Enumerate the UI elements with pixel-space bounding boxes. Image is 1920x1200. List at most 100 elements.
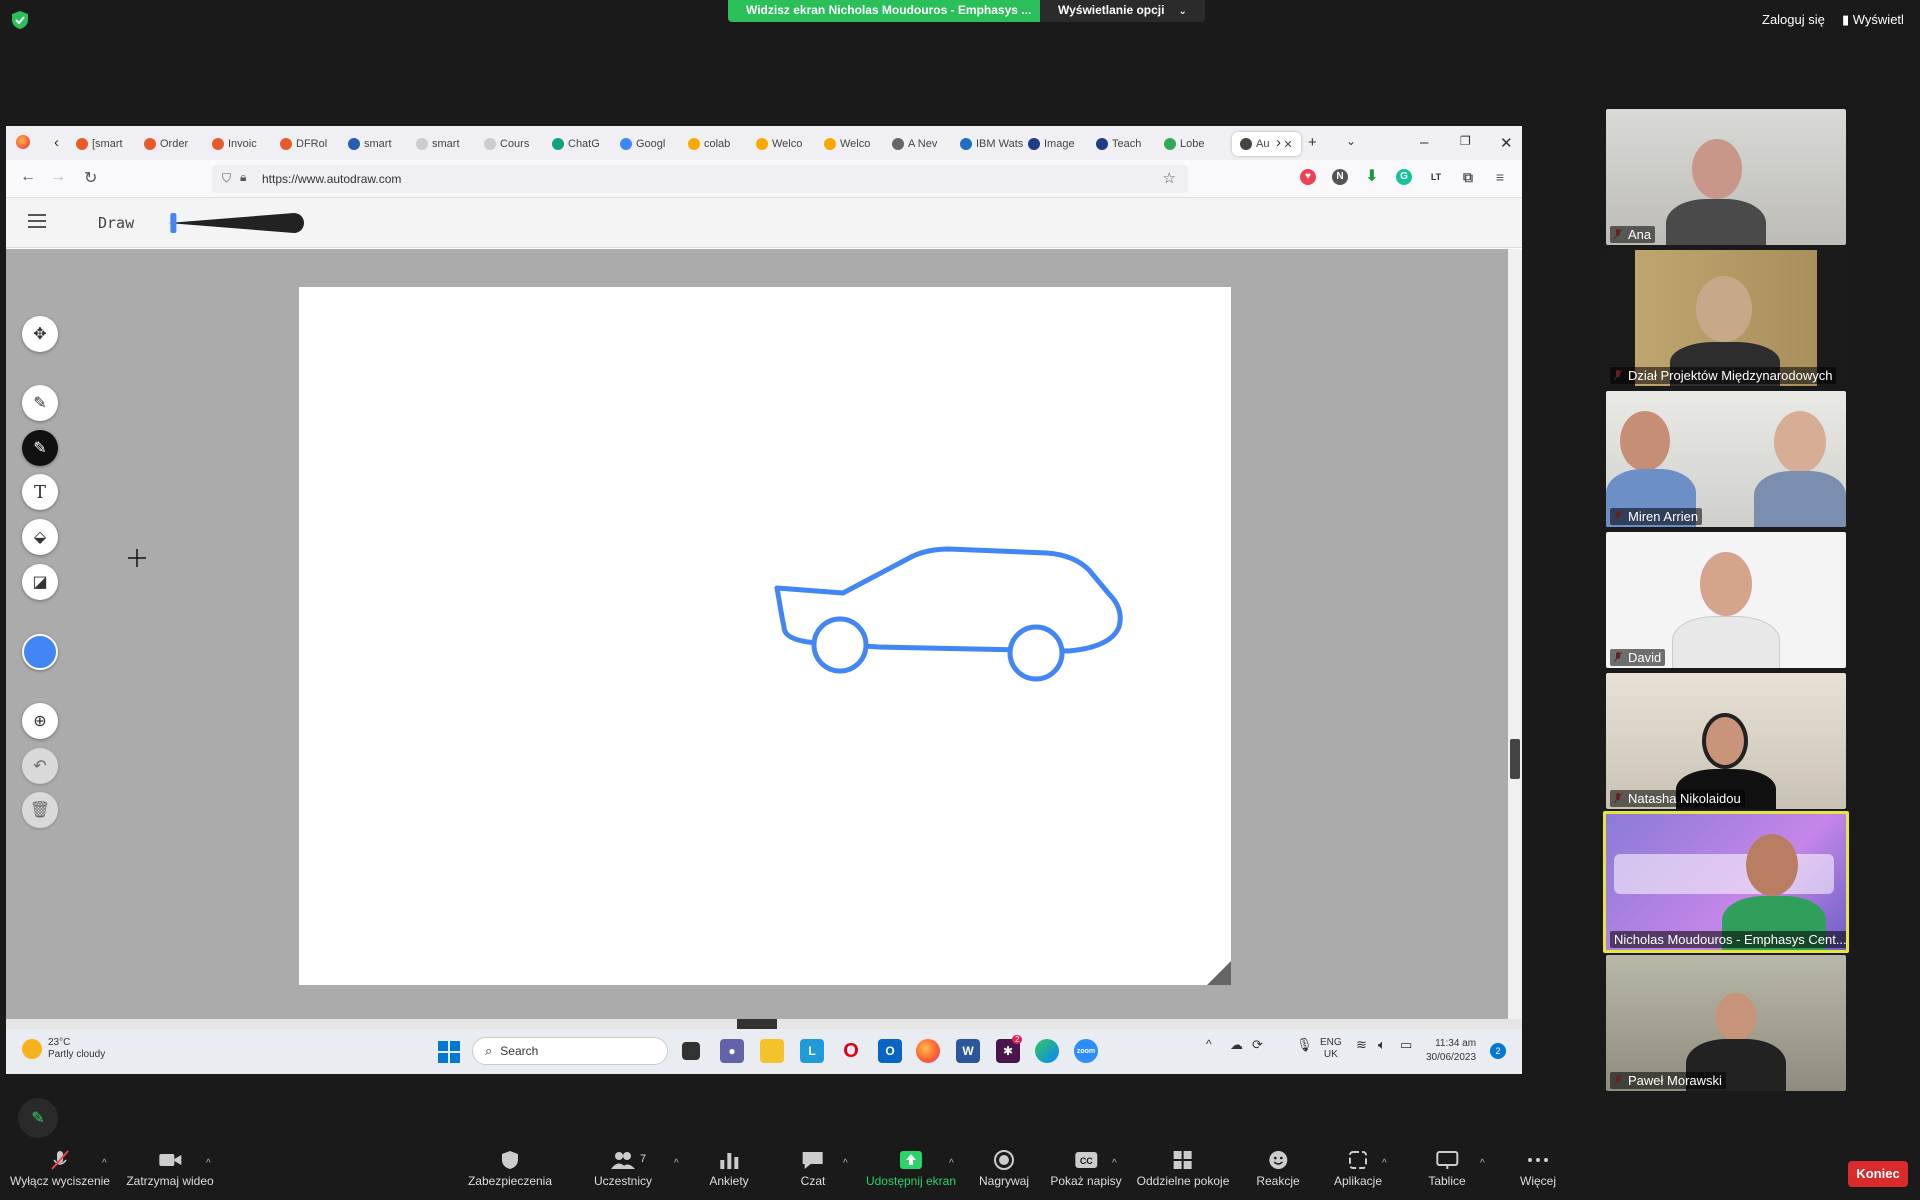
system-clock[interactable]: 11:34 am 30/06/2023 [1426,1037,1476,1065]
apps-options-caret[interactable]: ^ [1382,1158,1387,1169]
download-icon[interactable]: ⬇ [1364,169,1380,185]
vertical-scrollbar[interactable] [1508,249,1522,1019]
autodraw-tool-button[interactable]: ✎ [22,385,58,421]
weather-widget[interactable]: 23°C Partly cloudy [22,1037,105,1061]
browser-tab[interactable]: Cours [484,132,529,156]
new-tab-button[interactable]: + [1308,134,1317,151]
zoom-tool-button[interactable]: ⊕ [22,703,58,739]
participant-tile[interactable]: Ana [1606,109,1846,245]
end-meeting-button[interactable]: Koniec [1848,1161,1908,1187]
type-tool-button[interactable]: T [22,474,58,510]
security-shield-icon[interactable] [10,10,30,30]
tray-overflow-icon[interactable]: ^ [1206,1037,1212,1051]
browser-tab[interactable]: IBM Wats [960,132,1023,156]
tab-list-icon[interactable]: ⌄ [1346,134,1356,148]
undo-button[interactable]: ↶ [22,748,58,784]
more-button[interactable]: Więcej [1520,1150,1556,1188]
video-options-caret[interactable]: ^ [206,1158,211,1169]
outlook-icon[interactable]: O [878,1039,902,1063]
zoom-app-icon[interactable]: zoom [1074,1039,1098,1063]
wifi-icon[interactable]: ≋ [1356,1037,1367,1053]
tab-scroll-right-icon[interactable]: › [1276,134,1281,151]
minimize-icon[interactable]: – [1420,134,1428,151]
app-l-icon[interactable]: L [800,1039,824,1063]
maximize-icon[interactable]: ❐ [1460,134,1471,148]
participants-options-caret[interactable]: ^ [674,1158,679,1169]
browser-tab[interactable]: smart [348,132,392,156]
browser-tab[interactable]: smart [416,132,460,156]
taskbar-search[interactable]: ⌕ Search [472,1037,668,1065]
reactions-button[interactable]: Reakcje [1256,1150,1300,1188]
whiteboards-button[interactable]: Tablice [1428,1150,1466,1188]
mic-tray-icon[interactable]: 🎙︎ [1296,1037,1313,1053]
captions-options-caret[interactable]: ^ [1112,1158,1117,1169]
whiteboards-options-caret[interactable]: ^ [1480,1158,1485,1169]
extension-n-icon[interactable]: N [1332,169,1348,185]
forward-icon[interactable]: → [50,168,66,186]
volume-icon[interactable]: 🔈︎ [1378,1037,1386,1053]
browser-tab[interactable]: [smart [76,132,123,156]
participant-tile[interactable]: David [1606,532,1846,668]
file-explorer-icon[interactable] [760,1039,784,1063]
reload-icon[interactable]: ↻ [84,168,97,188]
firefox-icon[interactable] [16,135,30,149]
opera-icon[interactable]: O [839,1039,863,1063]
share-options-caret[interactable]: ^ [949,1158,954,1169]
draw-tool-button[interactable]: ✎ [22,430,58,466]
stop-video-button[interactable]: Zatrzymaj wideo [126,1150,214,1188]
horizontal-scrollbar[interactable] [6,1019,1522,1029]
browser-tab[interactable]: colab [688,132,730,156]
annotate-button[interactable]: ✎ [18,1098,58,1138]
slider-thumb[interactable] [170,213,177,233]
audio-options-caret[interactable]: ^ [102,1158,107,1169]
browser-tab[interactable]: Image [1028,132,1075,156]
participant-tile-active-speaker[interactable]: Nicholas Moudouros - Emphasys Cent... [1603,811,1849,953]
captions-button[interactable]: CC Pokaż napisy [1050,1150,1122,1188]
canvas-resize-handle[interactable] [1207,961,1231,985]
pocket-icon[interactable]: ♥ [1300,169,1316,185]
browser-tab[interactable]: Welco [824,132,870,156]
login-link[interactable]: Zaloguj się [1762,12,1825,27]
display-button[interactable]: ▮ Wyświetl [1842,12,1904,28]
browser-tab[interactable]: DFRol [280,132,327,156]
chat-button[interactable]: Czat [801,1150,825,1188]
notification-badge[interactable]: 2 [1490,1043,1506,1059]
browser-tab[interactable]: Order [144,132,188,156]
tracking-shield-icon[interactable]: ⛉ [222,171,231,186]
menu-icon[interactable]: ≡ [1492,169,1508,185]
address-bar[interactable]: ⛉ 🔒︎ https://www.autodraw.com ☆ [212,165,1188,193]
battery-icon[interactable]: ▭ [1400,1037,1412,1053]
tab-scroll-left-icon[interactable]: ‹ [54,134,59,151]
delete-button[interactable]: 🗑︎ [22,792,58,828]
browser-tab[interactable]: Lobe [1164,132,1204,156]
close-tab-icon[interactable]: ✕ [1283,138,1292,151]
color-picker-button[interactable] [22,634,58,670]
apps-button[interactable]: Aplikacje [1334,1150,1382,1188]
drawing-canvas[interactable] [299,287,1231,985]
view-options-button[interactable]: Wyświetlanie opcji ⌄ [1040,0,1205,22]
fill-tool-button[interactable]: ⬙ [22,519,58,555]
task-view-icon[interactable] [682,1042,700,1060]
browser-tab[interactable]: A Nev [892,132,937,156]
browser-tab[interactable]: Au ✕ [1232,132,1301,156]
browser-tab[interactable]: ChatG [552,132,600,156]
participant-tile[interactable]: Dział Projektów Międzynarodowych [1606,250,1846,386]
browser-tab[interactable]: Teach [1096,132,1141,156]
stroke-size-slider[interactable] [166,212,306,234]
close-window-icon[interactable]: ✕ [1500,134,1513,152]
back-icon[interactable]: ← [20,168,36,186]
edge-icon[interactable] [1035,1039,1059,1063]
browser-tab[interactable]: Googl [620,132,665,156]
teams-chat-icon[interactable]: ● [720,1039,744,1063]
shape-tool-button[interactable]: ◪ [22,564,58,600]
security-button[interactable]: Zabezpieczenia [468,1150,552,1188]
language-indicator[interactable]: ENG UK [1320,1037,1342,1061]
breakout-rooms-button[interactable]: Oddzielne pokoje [1137,1150,1229,1188]
browser-tab[interactable]: Invoic [212,132,257,156]
move-tool-button[interactable]: ✥ [22,316,58,352]
chat-options-caret[interactable]: ^ [843,1158,848,1169]
share-screen-button[interactable]: Udostępnij ekran [866,1150,956,1188]
sync-icon[interactable]: ⟳ [1252,1037,1263,1053]
participant-tile[interactable]: Natasha Nikolaidou [1606,673,1846,809]
participant-tile[interactable]: Paweł Morawski [1606,955,1846,1091]
